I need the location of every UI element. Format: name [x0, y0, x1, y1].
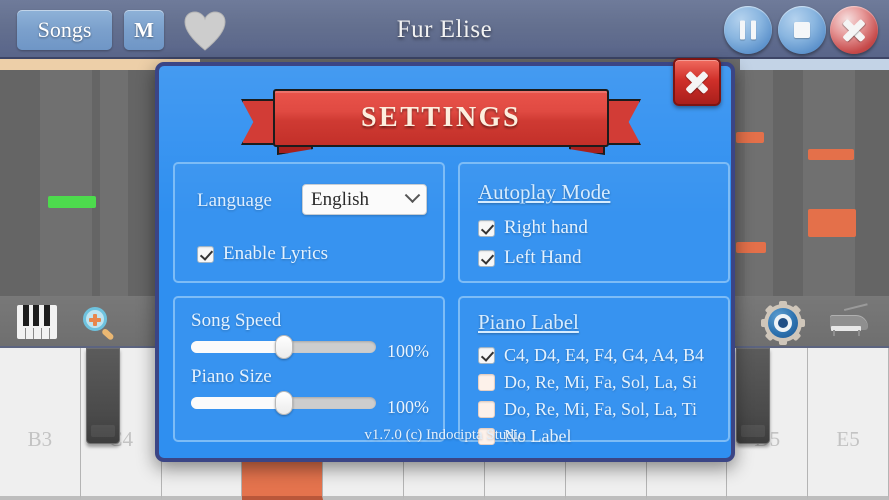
language-label: Language	[197, 190, 272, 211]
close-icon	[682, 67, 712, 97]
close-dialog-button[interactable]	[673, 58, 721, 106]
settings-ribbon: SETTINGS	[241, 83, 641, 155]
song-speed-value: 100%	[387, 341, 429, 361]
song-speed-label: Song Speed	[191, 310, 282, 331]
language-panel: Language English Enable Lyrics	[173, 162, 445, 283]
black-key[interactable]	[86, 348, 120, 444]
metronome-button[interactable]: M	[124, 10, 164, 50]
language-select[interactable]: English	[302, 184, 427, 215]
piano-label-option-2[interactable]: Do, Re, Mi, Fa, Sol, La, Ti	[478, 399, 697, 420]
song-speed-slider[interactable]	[191, 335, 376, 359]
piano-label-text-0: C4, D4, E4, F4, G4, A4, B4	[504, 345, 705, 365]
pause-icon	[740, 20, 756, 40]
stop-button[interactable]	[778, 6, 826, 54]
chevron-down-icon	[404, 187, 421, 204]
pause-button[interactable]	[724, 6, 772, 54]
enable-lyrics-checkbox[interactable]	[197, 245, 214, 263]
note-block	[48, 196, 96, 208]
close-icon	[839, 15, 869, 45]
piano-size-knob[interactable]	[274, 391, 293, 415]
note-lane	[745, 59, 773, 296]
piano-label-panel: Piano Label C4, D4, E4, F4, G4, A4, B4 D…	[458, 296, 730, 446]
right-hand-label: Right hand	[504, 217, 588, 238]
right-hand-checkbox[interactable]	[478, 219, 495, 237]
gear-icon[interactable]	[761, 301, 808, 345]
hit-line-right	[740, 59, 889, 70]
magnifier-plus-icon[interactable]	[82, 306, 126, 342]
sliders-panel: Song Speed 100% Piano Size 100%	[173, 296, 445, 442]
language-row: Language	[197, 190, 272, 212]
autoplay-option-right-hand[interactable]: Right hand	[478, 217, 588, 239]
settings-dialog: SETTINGS Language English Enable Lyrics	[155, 58, 735, 462]
black-key[interactable]	[736, 348, 770, 444]
note-lane	[803, 59, 855, 296]
piano-size-label: Piano Size	[191, 366, 272, 387]
left-hand-checkbox[interactable]	[478, 249, 495, 267]
song-speed-fill	[191, 341, 284, 353]
version-text: v1.7.0 (c) Indocipta Studio	[364, 427, 526, 443]
piano-label-text-2: Do, Re, Mi, Fa, Sol, La, Ti	[504, 399, 698, 419]
piano-label-checkbox-2[interactable]	[478, 401, 495, 418]
ribbon-band: SETTINGS	[273, 89, 609, 147]
autoplay-panel: Autoplay Mode Right hand Left Hand	[458, 162, 730, 283]
piano-label-option-0[interactable]: C4, D4, E4, F4, G4, A4, B4	[478, 345, 704, 366]
piano-key-label: E5	[836, 427, 860, 451]
note-lane	[100, 59, 128, 296]
piano-keys-icon[interactable]	[17, 305, 61, 341]
stop-icon	[794, 22, 810, 38]
dialog-title: SETTINGS	[360, 102, 522, 133]
app-root: B3C4D4E4F4G4A4B4C5D5E5 Fur Elise Songs M	[0, 0, 889, 500]
autoplay-option-left-hand[interactable]: Left Hand	[478, 247, 582, 269]
enable-lyrics-label: Enable Lyrics	[223, 243, 328, 264]
piano-label-text-1: Do, Re, Mi, Fa, Sol, La, Si	[504, 372, 698, 392]
piano-label-checkbox-1[interactable]	[478, 374, 495, 391]
piano-label-title: Piano Label	[478, 310, 579, 334]
note-lane	[92, 59, 100, 296]
close-app-button[interactable]	[830, 6, 878, 54]
piano-size-value: 100%	[387, 397, 429, 417]
piano-size-fill	[191, 397, 284, 409]
enable-lyrics-checkbox-row[interactable]: Enable Lyrics	[197, 243, 328, 265]
grand-piano-icon[interactable]	[828, 303, 872, 342]
note-lane	[773, 59, 803, 296]
autoplay-title-row: Autoplay Mode	[478, 180, 610, 205]
songs-button[interactable]: Songs	[17, 10, 112, 50]
piano-size-slider[interactable]	[191, 391, 376, 415]
note-lane	[855, 59, 889, 296]
top-bar: Fur Elise Songs M	[0, 0, 889, 59]
song-speed-knob[interactable]	[274, 335, 293, 359]
autoplay-title: Autoplay Mode	[478, 180, 611, 204]
note-block	[736, 242, 766, 253]
note-block	[736, 132, 764, 143]
piano-white-key[interactable]: E5	[808, 348, 889, 500]
note-lane	[0, 59, 40, 296]
piano-key-label: B3	[27, 427, 53, 451]
note-block	[808, 149, 854, 160]
note-block	[808, 209, 856, 237]
piano-white-key[interactable]: B3	[0, 348, 81, 500]
piano-label-option-1[interactable]: Do, Re, Mi, Fa, Sol, La, Si	[478, 372, 697, 393]
piano-label-title-row: Piano Label	[478, 310, 579, 335]
language-selected-value: English	[311, 188, 370, 210]
heart-icon[interactable]	[183, 10, 227, 52]
piano-label-checkbox-0[interactable]	[478, 347, 495, 364]
left-hand-label: Left Hand	[504, 247, 582, 268]
note-lane	[40, 59, 92, 296]
